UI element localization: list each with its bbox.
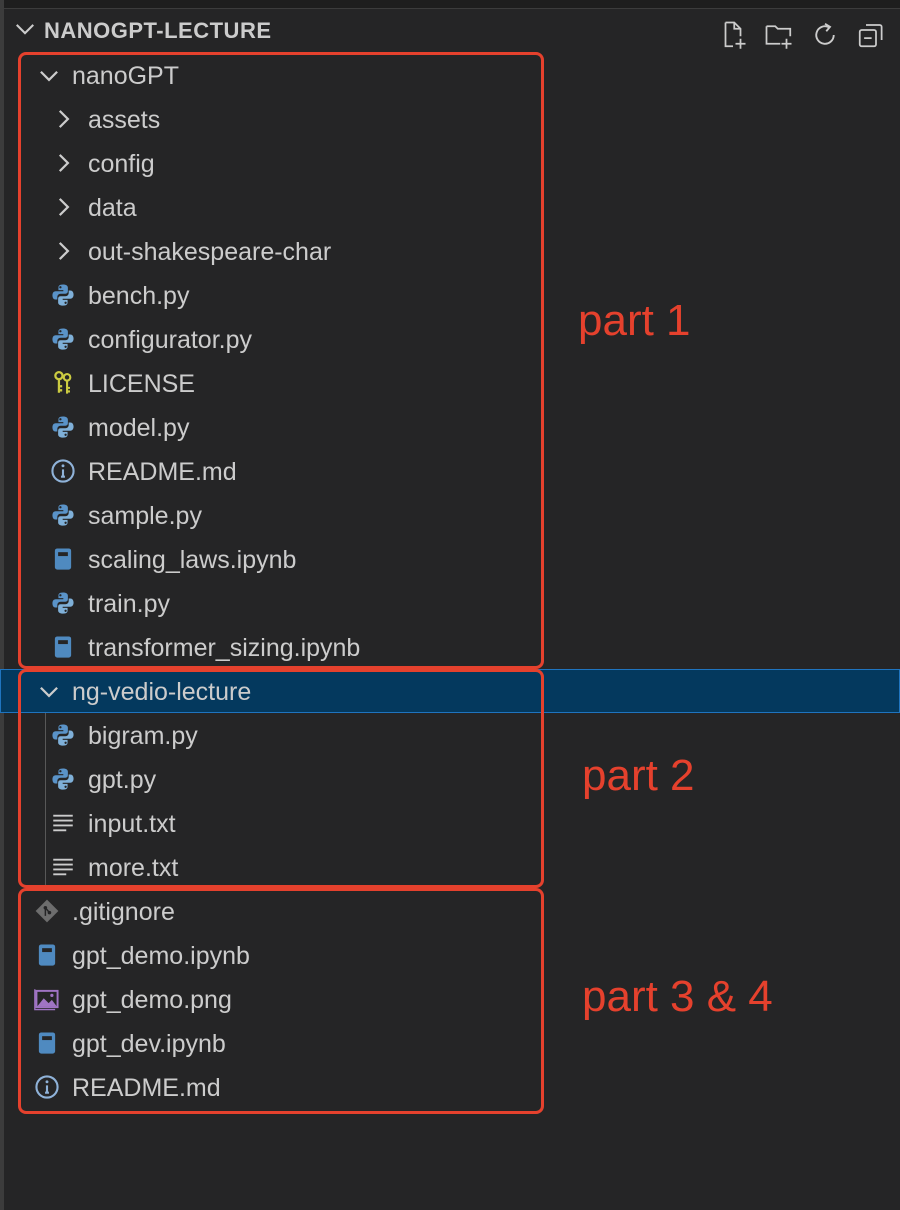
annotation-box-part-2 bbox=[18, 669, 544, 888]
annotation-label-part-2: part 2 bbox=[582, 751, 695, 800]
refresh-icon[interactable] bbox=[808, 18, 842, 52]
new-file-icon[interactable] bbox=[716, 18, 750, 52]
new-folder-icon[interactable] bbox=[762, 18, 796, 52]
annotation-box-part-3-4 bbox=[18, 888, 544, 1114]
explorer-actions bbox=[716, 18, 888, 52]
annotation-label-part-1: part 1 bbox=[578, 296, 691, 345]
explorer-title: NANOGPT-LECTURE bbox=[44, 18, 272, 43]
annotation-label-part-3-4: part 3 & 4 bbox=[582, 972, 773, 1021]
explorer-header[interactable]: NANOGPT-LECTURE bbox=[0, 8, 900, 52]
collapse-all-icon[interactable] bbox=[854, 18, 888, 52]
annotation-box-part-1 bbox=[18, 52, 544, 669]
chevron-down-icon[interactable] bbox=[14, 18, 36, 40]
